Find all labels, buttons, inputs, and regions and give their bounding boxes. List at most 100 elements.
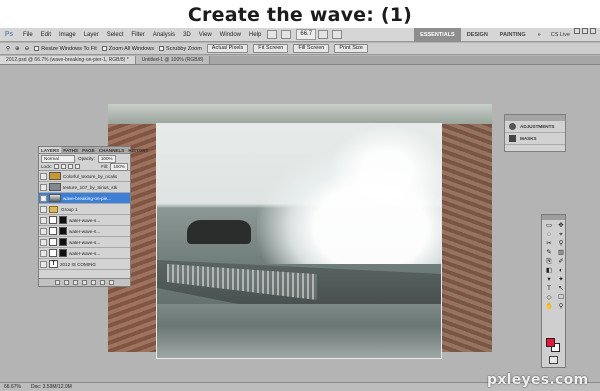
layer-row[interactable]: water-wave-s... <box>39 226 130 237</box>
lock-position-icon[interactable] <box>67 164 73 169</box>
add-mask-icon[interactable] <box>73 280 78 285</box>
scrubby-zoom-checkbox[interactable]: Scrubby Zoom <box>159 46 202 52</box>
hand-tool-icon[interactable]: ✋ <box>544 303 554 311</box>
gradient-tool-icon[interactable]: ◧ <box>544 267 554 275</box>
menu-filter[interactable]: Filter <box>127 28 148 42</box>
opacity-input[interactable]: 100% <box>97 154 116 163</box>
status-zoom[interactable]: 66.67% <box>4 384 21 390</box>
workspace-painting[interactable]: PAINTING <box>494 28 532 42</box>
visibility-eye-icon[interactable] <box>40 249 47 257</box>
adjustments-button[interactable]: ADJUSTMENTS <box>505 121 565 133</box>
marquee-tool-icon[interactable]: ▭ <box>544 222 554 230</box>
3d-tool-icon[interactable]: ✦ <box>556 276 566 284</box>
layer-style-icon[interactable] <box>64 280 69 285</box>
screen-mode-icon[interactable] <box>332 30 343 39</box>
mini-bridge-icon[interactable] <box>281 30 292 39</box>
layer-mask-thumbnail <box>59 249 67 257</box>
layer-row[interactable]: water-wave-s... <box>39 248 130 259</box>
zoom-in-icon[interactable]: ⊕ <box>15 46 20 52</box>
fill-screen-button[interactable]: Fill Screen <box>293 44 330 53</box>
menu-edit[interactable]: Edit <box>37 28 55 42</box>
actual-pixels-button[interactable]: Actual Pixels <box>206 44 249 53</box>
stamp-tool-icon[interactable]: ▥ <box>556 249 566 257</box>
zoom-level-select[interactable]: 66.7 <box>296 29 317 40</box>
text-layer-row[interactable]: T 2012 IS COMING <box>39 259 130 270</box>
zoom-tool-icon[interactable]: ⚲ <box>556 303 566 311</box>
visibility-eye-icon[interactable] <box>40 183 47 191</box>
zoom-out-icon[interactable]: ⊖ <box>25 46 30 52</box>
cs-live-button[interactable]: CS Live <box>547 28 574 42</box>
print-size-button[interactable]: Print Size <box>334 44 368 53</box>
brush-tool-icon[interactable]: ✎ <box>544 249 554 257</box>
lock-transparent-icon[interactable] <box>53 164 59 169</box>
tab-paths[interactable]: PATHS <box>61 147 80 153</box>
rectangle-tool-icon[interactable]: ☐ <box>556 294 566 302</box>
fit-screen-button[interactable]: Fit Screen <box>253 44 289 53</box>
lock-image-icon[interactable] <box>60 164 66 169</box>
lock-all-icon[interactable] <box>74 164 80 169</box>
dodge-tool-icon[interactable]: ◐ <box>556 267 566 275</box>
pen-tool-icon[interactable]: ▾ <box>544 276 554 284</box>
eyedropper-tool-icon[interactable]: ⚲ <box>556 240 566 248</box>
foreground-color-swatch[interactable] <box>546 338 555 347</box>
doc-tab-2012[interactable]: 2012.psd @ 66.7% (wave-breaking-on-pier-… <box>0 56 136 64</box>
menu-window[interactable]: Window <box>216 28 245 42</box>
move-tool-icon[interactable]: ✥ <box>556 222 566 230</box>
fill-input[interactable]: 100% <box>110 162 128 171</box>
new-group-icon[interactable] <box>91 280 96 285</box>
menu-help[interactable]: Help <box>245 28 265 42</box>
layer-row[interactable]: water-wave-s... <box>39 215 130 226</box>
blend-mode-select[interactable]: Normal <box>41 154 75 163</box>
delete-layer-icon[interactable] <box>109 280 114 285</box>
tab-history[interactable]: HISTORY <box>126 147 150 153</box>
resize-windows-checkbox[interactable]: Resize Windows To Fit <box>34 46 97 52</box>
layer-row-selected[interactable]: ● wave-breaking-on-pie... <box>39 193 130 204</box>
maximize-icon[interactable] <box>582 28 588 34</box>
visibility-eye-icon[interactable] <box>40 260 47 268</box>
shape-tool-icon[interactable]: ◇ <box>544 294 554 302</box>
visibility-eye-icon[interactable] <box>40 216 47 224</box>
layer-row[interactable]: Colorful_texture_by_ncalio <box>39 171 130 182</box>
tab-layers[interactable]: LAYERS <box>39 147 62 153</box>
arrange-documents-icon[interactable] <box>318 30 329 39</box>
crop-tool-icon[interactable]: ✂ <box>544 240 554 248</box>
layer-row[interactable]: texture_107_by_Sirius_stk <box>39 182 130 193</box>
eraser-tool-icon[interactable]: ✐ <box>556 258 566 266</box>
menu-view[interactable]: View <box>195 28 216 42</box>
visibility-eye-icon[interactable] <box>40 238 47 246</box>
link-layers-icon[interactable] <box>55 280 60 285</box>
masks-button[interactable]: MASKS <box>505 133 565 145</box>
workspace-more[interactable]: » <box>532 28 547 42</box>
quick-mask-icon[interactable] <box>549 356 558 364</box>
doc-tab-untitled[interactable]: Untitled-1 @ 100% (RGB/8) <box>135 56 211 64</box>
layer-row[interactable]: water-wave-s... <box>39 237 130 248</box>
path-select-tool-icon[interactable]: ↖ <box>556 285 566 293</box>
history-brush-tool-icon[interactable]: ⎘ <box>544 258 554 266</box>
tab-channels[interactable]: CHANNELS <box>97 147 127 153</box>
type-tool-icon[interactable]: T <box>544 285 554 293</box>
visibility-eye-icon[interactable] <box>40 205 47 213</box>
workspace-essentials[interactable]: ESSENTIALS <box>414 28 461 42</box>
wave-photo-layer[interactable] <box>156 123 442 359</box>
lasso-tool-icon[interactable]: ◌ <box>544 231 554 239</box>
layer-group-row[interactable]: Group 1 <box>39 204 130 215</box>
visibility-eye-icon[interactable] <box>40 172 47 180</box>
visibility-eye-icon[interactable] <box>40 227 47 235</box>
tab-page[interactable]: PAGE <box>80 147 97 153</box>
workspace-design[interactable]: DESIGN <box>461 28 494 42</box>
menu-3d[interactable]: 3D <box>179 28 195 42</box>
visibility-eye-icon[interactable]: ● <box>40 194 47 202</box>
menu-file[interactable]: File <box>19 28 37 42</box>
quick-select-tool-icon[interactable]: ⌖ <box>556 231 566 239</box>
close-icon[interactable] <box>590 28 596 34</box>
zoom-all-windows-checkbox[interactable]: Zoom All Windows <box>101 46 154 52</box>
menu-analysis[interactable]: Analysis <box>149 28 179 42</box>
new-layer-icon[interactable] <box>100 280 105 285</box>
menu-layer[interactable]: Layer <box>80 28 103 42</box>
minimize-icon[interactable] <box>574 28 580 34</box>
menu-select[interactable]: Select <box>103 28 128 42</box>
bridge-icon[interactable] <box>267 30 278 39</box>
adjustment-layer-icon[interactable] <box>82 280 87 285</box>
zoom-tool-icon[interactable]: ⚲ <box>6 46 10 52</box>
menu-image[interactable]: Image <box>55 28 80 42</box>
